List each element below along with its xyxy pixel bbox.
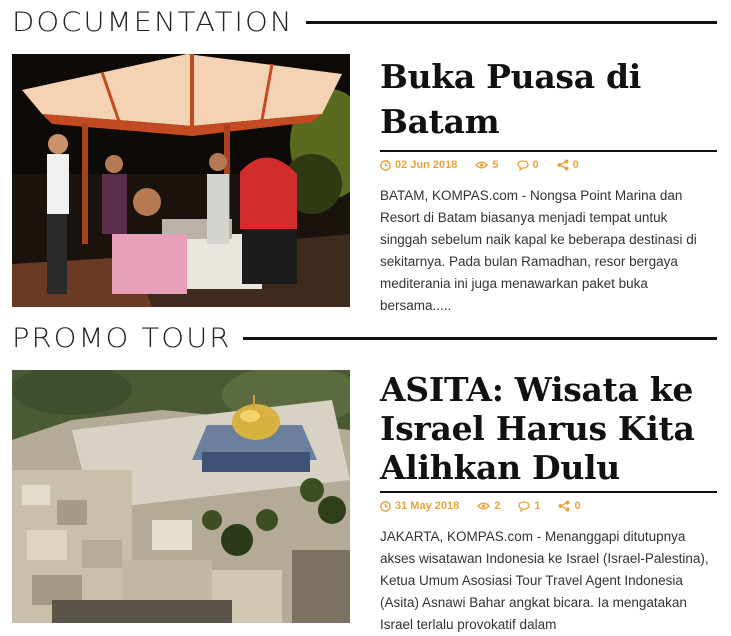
article-excerpt: JAKARTA, KOMPAS.com - Menanggapi ditutup… <box>380 529 709 632</box>
article-comments[interactable]: 0 <box>516 159 539 171</box>
article-headline[interactable]: ASITA: Wisata ke Israel Harus Kita Alihk… <box>380 370 717 493</box>
buka-puasa-photo <box>12 54 350 307</box>
article-views: 2 <box>477 500 500 512</box>
shares-count: 0 <box>574 500 581 512</box>
article-thumbnail[interactable] <box>12 370 350 623</box>
article-content: ASITA: Wisata ke Israel Harus Kita Alihk… <box>380 370 717 636</box>
article-card: Buka Puasa di Batam 02 Jun 2018 5 0 0 BA… <box>12 54 717 317</box>
jerusalem-aerial-photo <box>12 370 350 623</box>
eye-icon <box>477 502 491 510</box>
date-text: 31 May 2018 <box>395 500 460 512</box>
article-views: 5 <box>475 159 499 171</box>
section-divider <box>305 21 717 24</box>
share-icon <box>557 159 569 171</box>
comment-icon <box>518 500 530 512</box>
views-count: 2 <box>494 500 501 512</box>
article-shares[interactable]: 0 <box>557 159 579 171</box>
article-card: ASITA: Wisata ke Israel Harus Kita Alihk… <box>12 370 717 636</box>
article-content: Buka Puasa di Batam 02 Jun 2018 5 0 0 BA… <box>380 54 717 317</box>
comment-icon <box>516 159 529 171</box>
article-comments[interactable]: 1 <box>518 500 540 512</box>
section-divider <box>243 337 717 340</box>
date-text: 02 Jun 2018 <box>395 159 458 171</box>
section-title: PROMO TOUR <box>12 322 232 354</box>
section-title: DOCUMENTATION <box>12 6 294 38</box>
article-shares[interactable]: 0 <box>558 500 581 512</box>
section-header-documentation: DOCUMENTATION <box>12 8 717 37</box>
comments-count: 1 <box>534 500 541 512</box>
clock-icon <box>380 159 391 171</box>
share-icon <box>558 500 570 512</box>
article-meta: 02 Jun 2018 5 0 0 <box>380 159 717 171</box>
clock-icon <box>380 500 391 512</box>
section-header-promo-tour: PROMO TOUR <box>12 324 717 353</box>
article-thumbnail[interactable] <box>12 54 350 307</box>
article-excerpt: BATAM, KOMPAS.com - Nongsa Point Marina … <box>380 188 697 313</box>
eye-icon <box>475 161 489 169</box>
comments-count: 0 <box>532 159 539 171</box>
article-meta: 31 May 2018 2 1 0 <box>380 500 717 512</box>
article-headline[interactable]: Buka Puasa di Batam <box>380 54 717 152</box>
article-date: 02 Jun 2018 <box>380 159 457 171</box>
shares-count: 0 <box>572 159 579 171</box>
article-date: 31 May 2018 <box>380 500 459 512</box>
views-count: 5 <box>492 159 499 171</box>
